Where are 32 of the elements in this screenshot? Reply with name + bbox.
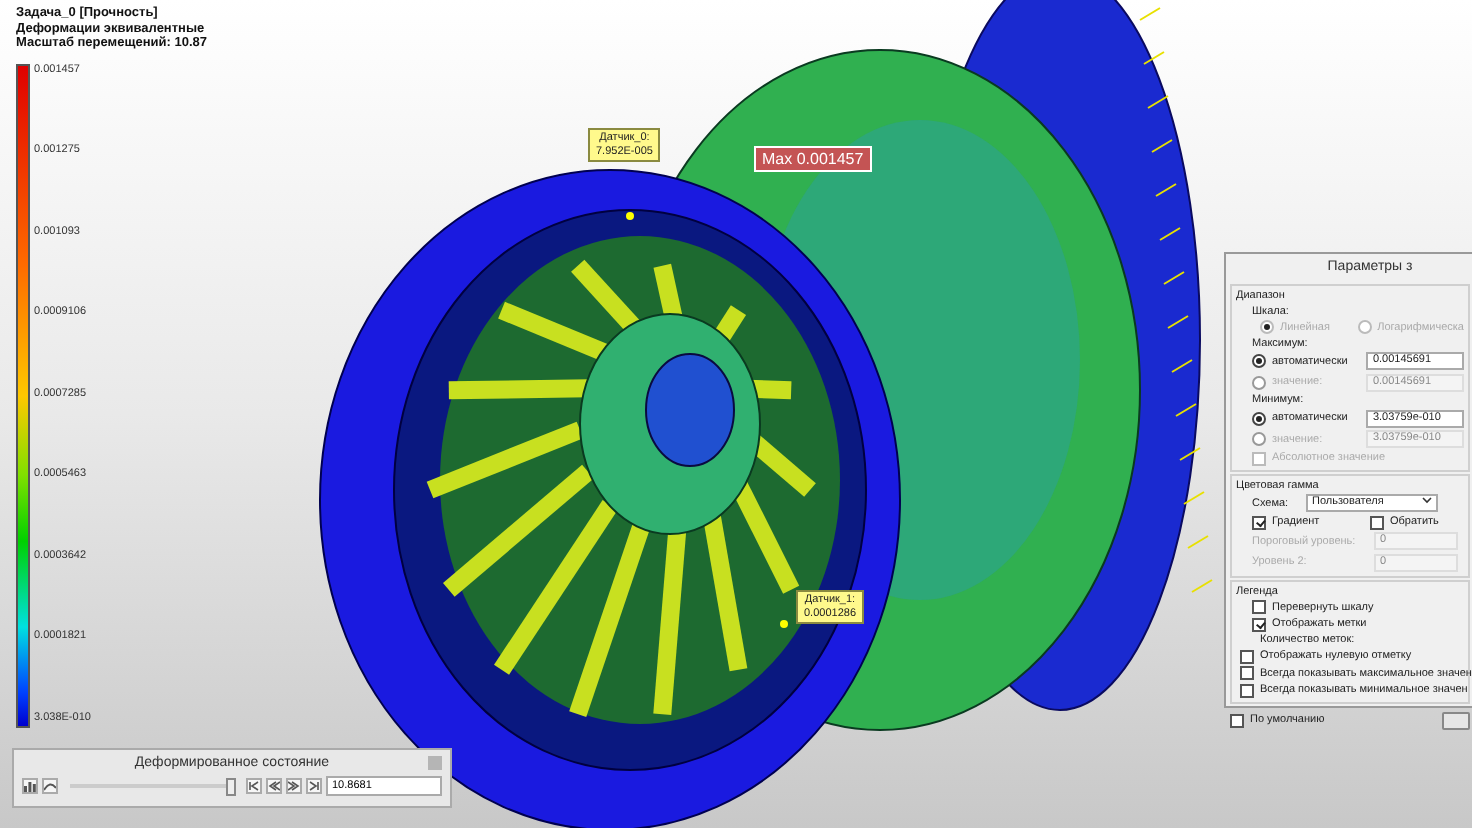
radio-button[interactable] <box>1252 432 1266 446</box>
sensor-point <box>626 212 634 220</box>
playback-button[interactable] <box>286 778 302 794</box>
playback-button[interactable] <box>246 778 262 794</box>
max-value-label: Max 0.001457 <box>754 146 872 172</box>
dialog-button[interactable] <box>1442 711 1470 729</box>
bar-chart-icon <box>24 780 36 792</box>
slider-thumb[interactable] <box>225 778 236 796</box>
checkbox[interactable] <box>1240 649 1254 663</box>
curve-icon <box>44 780 56 792</box>
radio-button[interactable] <box>1252 354 1266 368</box>
radio-button[interactable] <box>1260 320 1274 334</box>
checkbox[interactable] <box>1240 683 1254 697</box>
radio-button[interactable] <box>1252 375 1266 389</box>
caret-icon <box>1422 496 1432 504</box>
step-icon <box>288 780 300 792</box>
checkbox[interactable] <box>1240 666 1254 680</box>
playback-button[interactable] <box>306 778 322 794</box>
playback-button[interactable] <box>266 778 282 794</box>
sensor-point <box>780 620 788 628</box>
checkbox[interactable] <box>1252 617 1266 631</box>
step-icon <box>308 780 320 792</box>
checkbox[interactable] <box>1370 515 1384 529</box>
checkbox[interactable] <box>1230 713 1244 727</box>
checkbox[interactable] <box>1252 515 1266 529</box>
radio-button[interactable] <box>1357 320 1372 334</box>
step-icon <box>248 780 260 792</box>
radio-button[interactable] <box>1252 411 1266 425</box>
chart-tool-button[interactable] <box>22 778 38 794</box>
checkbox[interactable] <box>1252 600 1266 614</box>
curve-tool-button[interactable] <box>42 778 58 794</box>
step-icon <box>268 780 280 792</box>
